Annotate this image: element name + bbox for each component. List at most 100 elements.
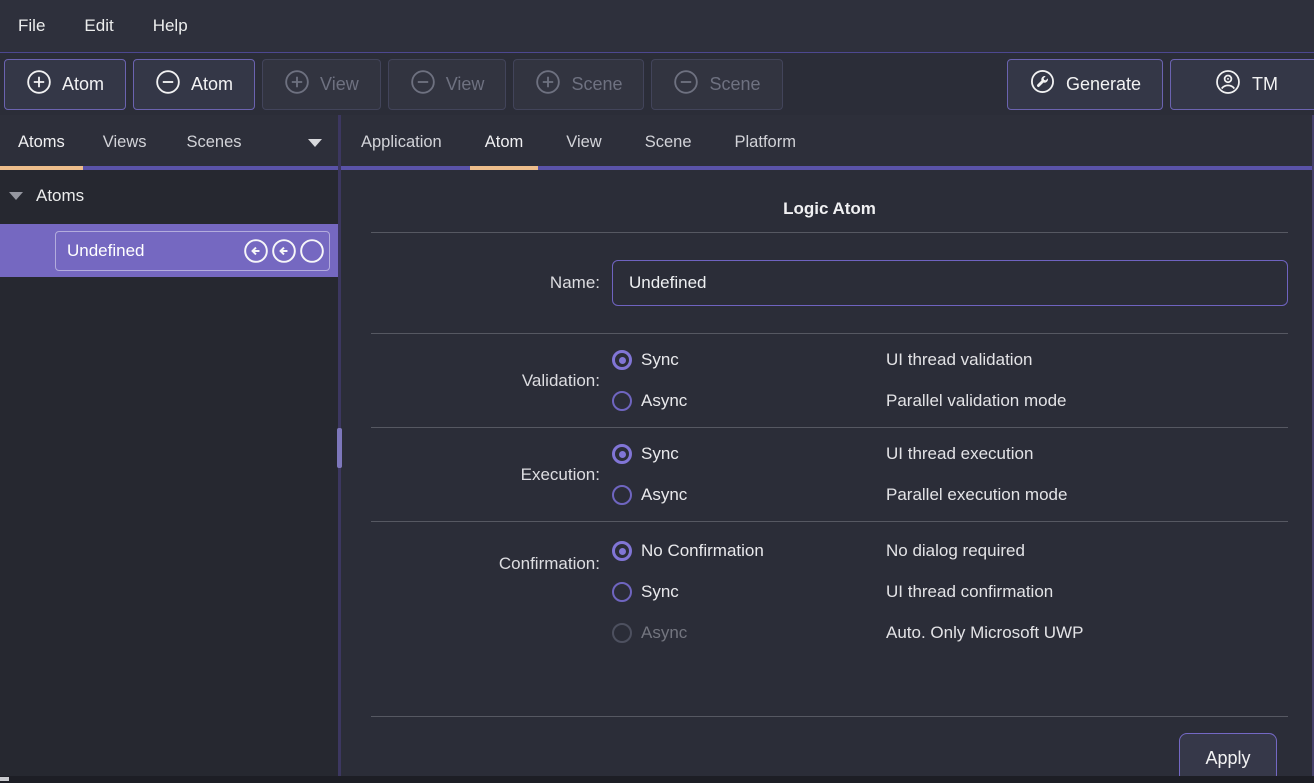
tab-scene[interactable]: Scene	[630, 115, 707, 170]
radio-icon[interactable]	[612, 391, 632, 411]
execution-option-sync: Sync UI thread execution	[612, 440, 1288, 468]
confirmation-option-sync: Sync UI thread confirmation	[612, 578, 1288, 606]
sidebar: Atoms Views Scenes Atoms Undefined	[0, 115, 338, 783]
toolbar-button-label: Generate	[1066, 74, 1141, 95]
chevron-down-icon[interactable]	[308, 139, 322, 147]
tree-root-atoms[interactable]: Atoms	[0, 178, 338, 214]
remove-atom-button[interactable]: Atom	[133, 59, 255, 110]
menu-file[interactable]: File	[18, 16, 45, 36]
menu-edit[interactable]: Edit	[84, 16, 113, 36]
tab-platform[interactable]: Platform	[720, 115, 811, 170]
radio-validation-sync[interactable]: Sync	[612, 350, 886, 370]
option-label: Sync	[641, 582, 679, 602]
generate-button[interactable]: Generate	[1007, 59, 1163, 110]
option-description: No dialog required	[886, 541, 1288, 561]
radio-confirmation-sync[interactable]: Sync	[612, 582, 886, 602]
remove-scene-button: Scene	[651, 59, 782, 110]
option-description: UI thread execution	[886, 444, 1288, 464]
tab-label: View	[566, 133, 601, 152]
toolbar-button-label: Atom	[191, 74, 233, 95]
radio-icon[interactable]	[612, 444, 632, 464]
radio-icon[interactable]	[612, 541, 632, 561]
name-row: Name:	[371, 232, 1288, 333]
tab-label: Application	[361, 133, 442, 152]
tab-label: Scene	[645, 133, 692, 152]
option-description: Auto. Only Microsoft UWP	[886, 623, 1288, 643]
validation-option-async: Async Parallel validation mode	[612, 387, 1288, 415]
plus-circle-icon	[26, 69, 52, 100]
tab-application[interactable]: Application	[346, 115, 457, 170]
tree-item-undefined[interactable]: Undefined	[0, 224, 338, 277]
tree-root-label: Atoms	[36, 186, 84, 206]
confirmation-label: Confirmation:	[371, 554, 600, 574]
option-label: Sync	[641, 350, 679, 370]
option-description: UI thread validation	[886, 350, 1288, 370]
radio-validation-async[interactable]: Async	[612, 391, 886, 411]
tab-atom[interactable]: Atom	[470, 115, 539, 170]
name-input[interactable]	[612, 260, 1288, 306]
add-atom-button[interactable]: Atom	[4, 59, 126, 110]
main-tab-bar: Application Atom View Scene Platform	[341, 115, 1312, 170]
option-description: UI thread confirmation	[886, 582, 1288, 602]
toolbar-button-label: Scene	[709, 74, 760, 95]
radio-icon	[612, 623, 632, 643]
remove-view-button: View	[388, 59, 507, 110]
tree-item-icons	[243, 238, 325, 264]
menu-help[interactable]: Help	[153, 16, 188, 36]
toolbar-button-label: Atom	[62, 74, 104, 95]
execution-option-async: Async Parallel execution mode	[612, 481, 1288, 509]
user-circle-icon	[1214, 68, 1242, 101]
toolbar-button-label: Scene	[571, 74, 622, 95]
sidebar-tab-atoms[interactable]: Atoms	[0, 115, 83, 170]
minus-circle-icon	[155, 69, 181, 100]
tab-label: Atoms	[18, 133, 65, 152]
option-label: No Confirmation	[641, 541, 764, 561]
tab-label: Platform	[735, 133, 796, 152]
sidebar-tab-scenes[interactable]: Scenes	[166, 115, 261, 170]
execution-label: Execution:	[371, 465, 600, 485]
add-view-button: View	[262, 59, 381, 110]
tab-label: Scenes	[186, 133, 241, 152]
sidebar-tab-bar: Atoms Views Scenes	[0, 115, 338, 170]
confirmation-option-none: No Confirmation No dialog required	[612, 537, 1288, 565]
option-description: Parallel validation mode	[886, 391, 1288, 411]
toolbar-button-label: TM	[1252, 74, 1278, 95]
confirmation-section: Confirmation: No Confirmation No dialog …	[371, 521, 1288, 661]
radio-confirmation-none[interactable]: No Confirmation	[612, 541, 886, 561]
panels: Atoms Views Scenes Atoms Undefined	[0, 115, 1314, 783]
menu-bar: File Edit Help	[0, 0, 1314, 53]
scrollbar-grip[interactable]	[0, 777, 9, 781]
tab-view[interactable]: View	[551, 115, 616, 170]
toolbar-button-label: View	[320, 74, 359, 95]
circle-icon[interactable]	[299, 238, 325, 264]
arrow-left-circle-icon[interactable]	[243, 238, 269, 264]
tab-label: Views	[103, 133, 147, 152]
tm-user-button[interactable]: TM	[1170, 59, 1314, 110]
arrow-left-circle-icon[interactable]	[271, 238, 297, 264]
radio-icon[interactable]	[612, 485, 632, 505]
plus-circle-icon	[535, 69, 561, 100]
option-label: Async	[641, 623, 687, 643]
bottom-status-strip	[0, 776, 1314, 783]
toolbar: Atom Atom View View Scene Scene Generate…	[0, 53, 1314, 115]
execution-section: Execution: Sync UI thread execution Asyn…	[371, 427, 1288, 521]
panel-divider	[338, 115, 341, 783]
radio-confirmation-async: Async	[612, 623, 886, 643]
radio-icon[interactable]	[612, 350, 632, 370]
wrench-circle-icon	[1029, 68, 1056, 100]
form-title: Logic Atom	[371, 170, 1288, 232]
radio-execution-sync[interactable]: Sync	[612, 444, 886, 464]
option-label: Sync	[641, 444, 679, 464]
validation-option-sync: Sync UI thread validation	[612, 346, 1288, 374]
tree-item-box: Undefined	[55, 231, 330, 271]
radio-icon[interactable]	[612, 582, 632, 602]
toolbar-button-label: View	[446, 74, 485, 95]
splitter-handle[interactable]	[337, 428, 342, 468]
validation-label: Validation:	[371, 371, 600, 391]
add-scene-button: Scene	[513, 59, 644, 110]
radio-execution-async[interactable]: Async	[612, 485, 886, 505]
main-panel: Application Atom View Scene Platform Log…	[341, 115, 1314, 783]
expander-down-icon[interactable]	[9, 192, 23, 200]
sidebar-tab-views[interactable]: Views	[83, 115, 167, 170]
tab-label: Atom	[485, 133, 524, 152]
